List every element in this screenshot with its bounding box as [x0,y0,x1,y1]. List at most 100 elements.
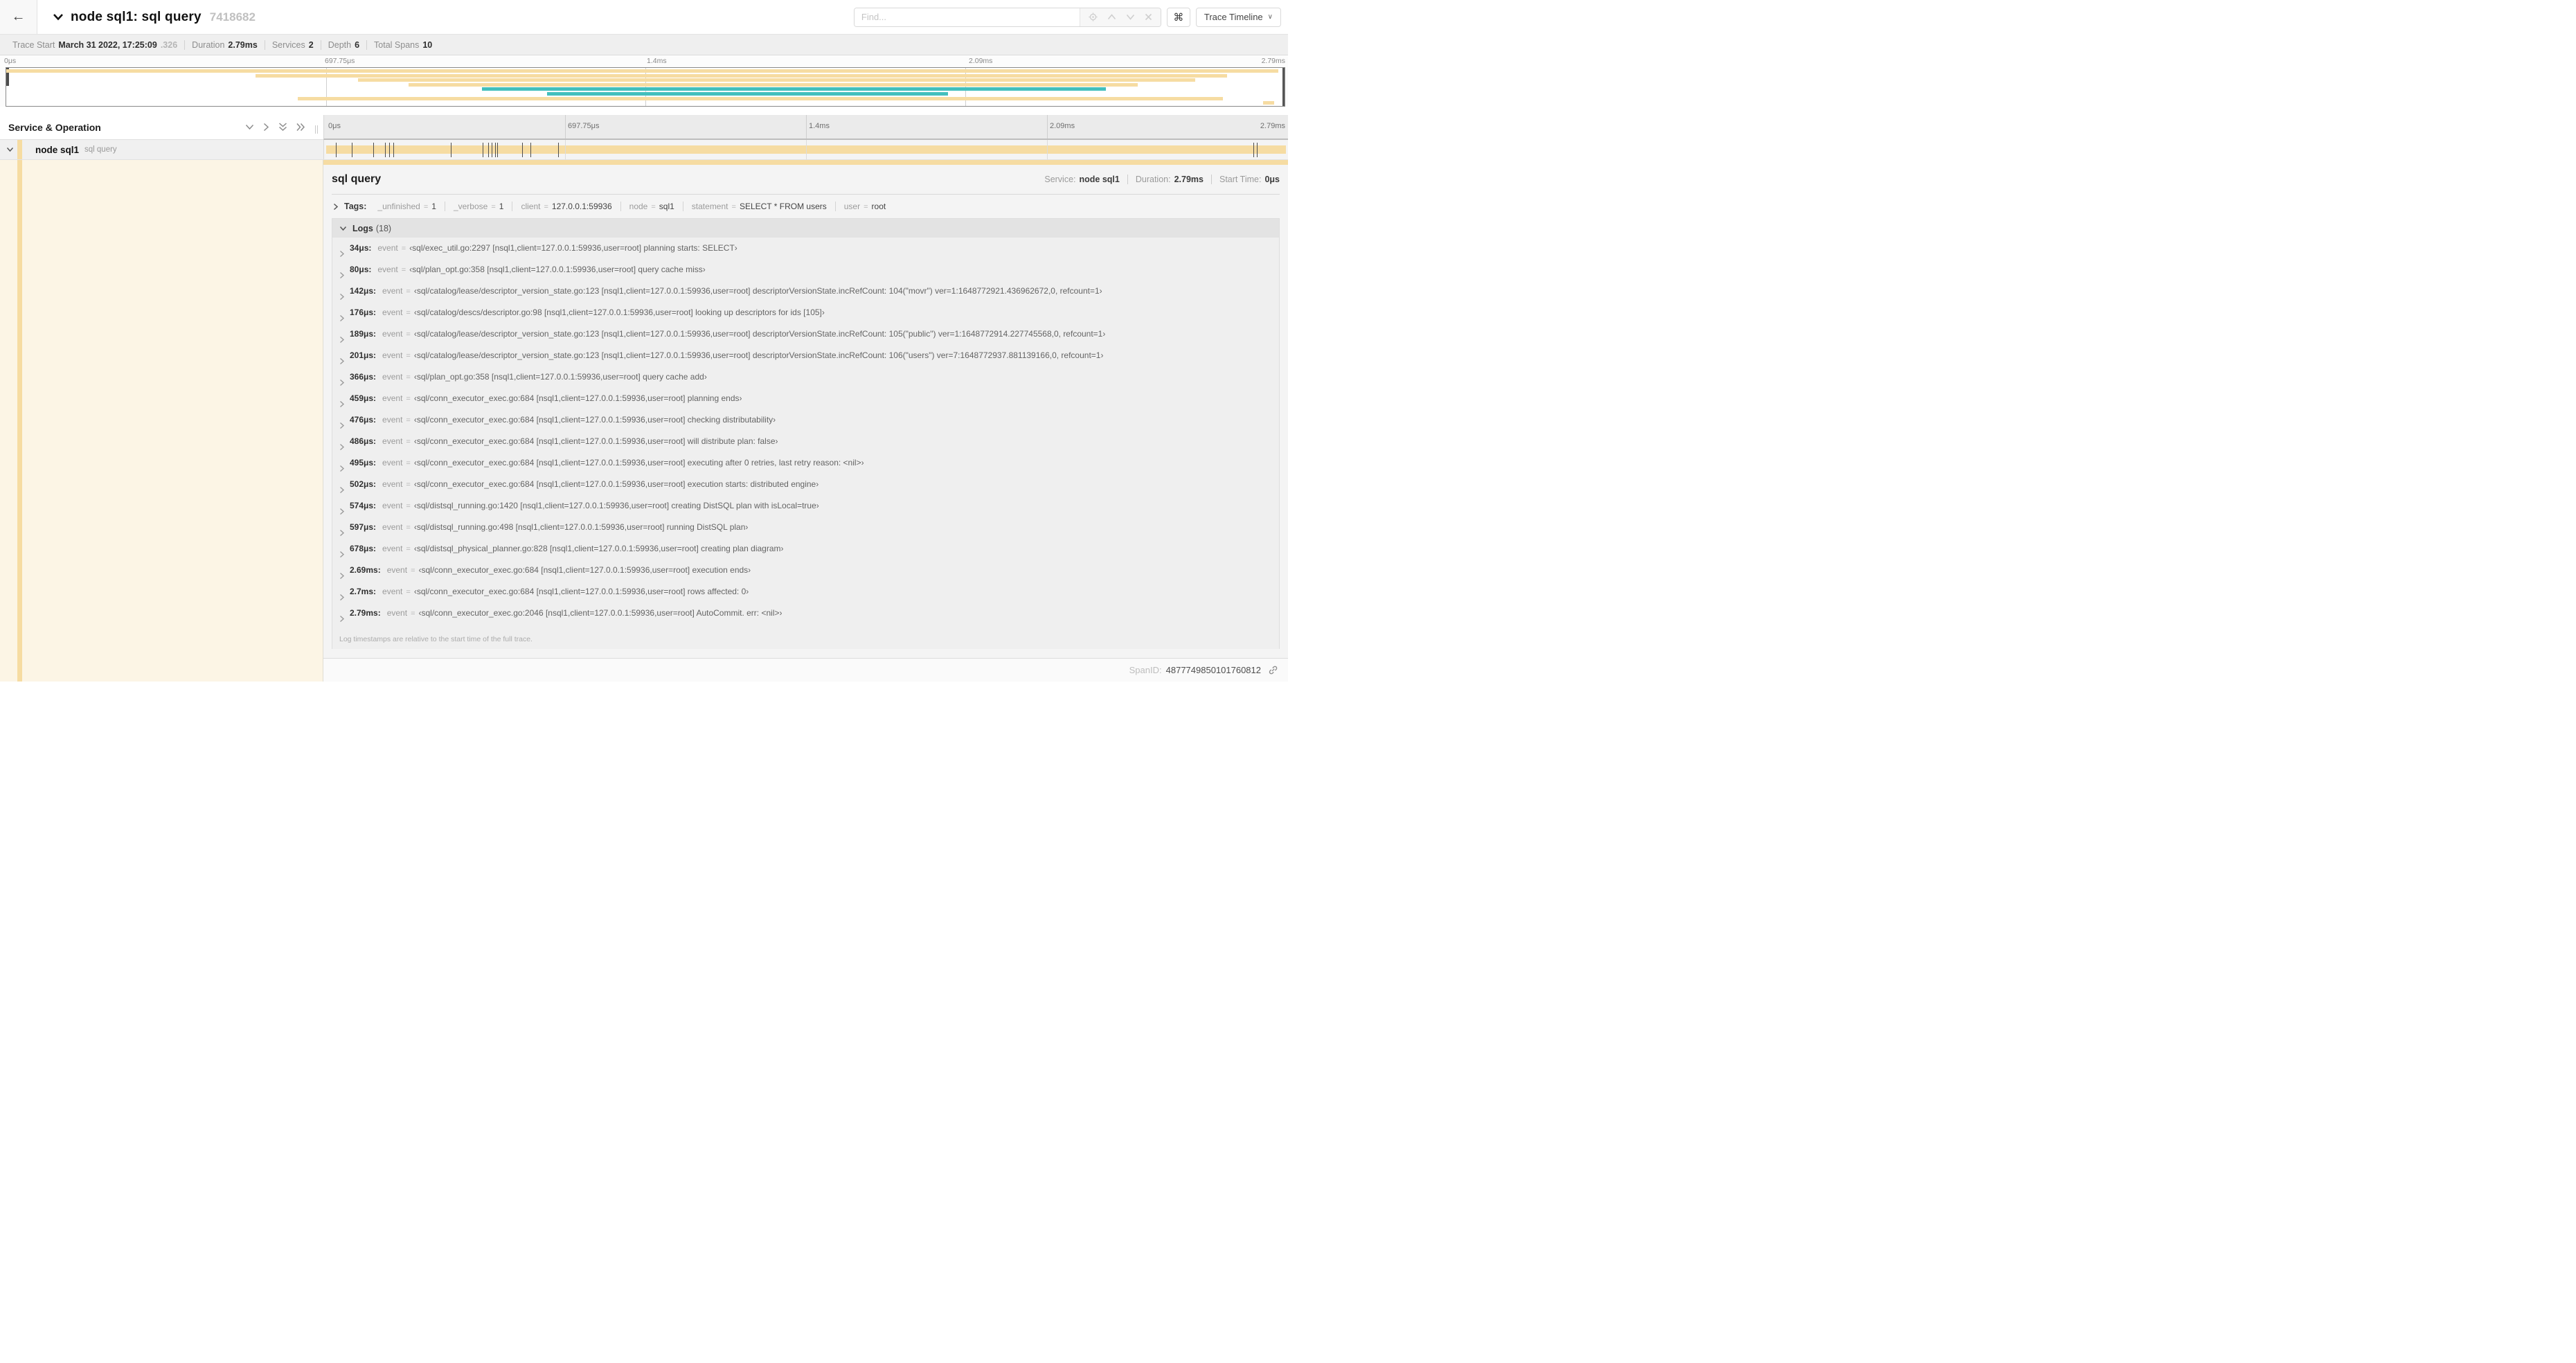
log-marker-tick [558,143,560,157]
log-row[interactable]: 176μs: event = ‹sql/catalog/descs/descripto… [332,308,1279,329]
log-row[interactable]: 678μs: event = ‹sql/distsql_physical_planne… [332,544,1279,565]
trace-id: 7418682 [209,10,256,24]
log-row[interactable]: 597μs: event = ‹sql/distsql_running.go:498 … [332,522,1279,544]
log-field-key: event [382,436,403,446]
minimap-viewport[interactable] [6,67,1285,107]
log-row[interactable]: 495μs: event = ‹sql/conn_executor_exec.go:6… [332,458,1279,479]
log-equals: = [406,481,411,489]
collapse-all-button[interactable] [278,123,287,132]
timeline-tick-label: 2.09ms [969,57,993,65]
logs-list: 34μs: event = ‹sql/exec_util.go:2297 [nsql1… [332,238,1279,631]
span-row-name-cell: node sql1 sql query [0,140,323,159]
tag-value: root [871,202,886,211]
span-detail-title: sql query [332,173,382,185]
tag-equals: = [491,203,496,211]
log-marker-tick [393,143,395,157]
log-row[interactable]: 80μs: event = ‹sql/plan_opt.go:358 [nsql1,c… [332,265,1279,286]
tag-key: _verbose [453,202,488,211]
expand-all-button[interactable] [296,123,305,132]
tag: _unfinished = 1 [369,202,445,211]
log-row[interactable]: 201μs: event = ‹sql/catalog/lease/descripto… [332,350,1279,372]
span-detail-card: sql query Service: node sql1 Duration: 2.79… [323,165,1288,659]
tag-value: 1 [499,202,504,211]
log-row[interactable]: 142μs: event = ‹sql/catalog/lease/descripto… [332,286,1279,308]
log-row[interactable]: 574μs: event = ‹sql/distsql_running.go:1420… [332,501,1279,522]
chevron-right-icon [339,250,345,258]
log-timestamp: 459μs: [350,393,377,403]
tag: user = root [834,202,894,211]
log-field-value: ‹sql/conn_executor_exec.go:2046 [nsql1,c… [418,608,782,618]
log-row[interactable]: 459μs: event = ‹sql/conn_executor_exec.go:6… [332,393,1279,415]
collapse-trace-button[interactable] [53,13,64,21]
tag: _verbose = 1 [444,202,512,211]
log-timestamp: 142μs: [350,286,377,296]
log-field-value: ‹sql/conn_executor_exec.go:684 [nsql1,cl… [418,565,751,575]
span-color-strip [17,140,22,159]
span-row[interactable]: node sql1 sql query [0,140,1288,160]
logs-expander-header[interactable]: Logs (18) [332,219,1279,238]
log-equals: = [406,545,411,553]
log-field-value: ‹sql/conn_executor_exec.go:684 [nsql1,cl… [413,587,749,596]
log-row[interactable]: 2.79ms: event = ‹sql/conn_executor_exec.go:… [332,608,1279,630]
span-id-value: 4877749850101760812 [1165,665,1261,675]
tags-expander-row[interactable]: Tags: _unfinished = 1 _verbose = 1 client = 127.… [332,195,1280,218]
keyboard-shortcuts-button[interactable]: ⌘ [1166,7,1190,27]
summary-label: Trace Start [12,39,55,50]
log-timestamp: 366μs: [350,372,377,382]
log-timestamp: 189μs: [350,329,377,339]
minimap-span-bar [546,92,949,96]
detail-meta-label: Start Time: [1219,175,1262,184]
timeline-gridline [1047,140,1048,159]
find-input[interactable] [854,8,1080,26]
next-match-icon[interactable] [1126,14,1135,20]
page-title: node sql1: sql query [71,9,202,24]
minimap-right-drag-handle[interactable] [1282,68,1285,106]
timeline-gridline [565,115,566,139]
tag-value: sql1 [659,202,674,211]
link-icon[interactable] [1268,665,1278,675]
timeline-gridline [1047,115,1048,139]
log-field-value: ‹sql/catalog/lease/descriptor_version_st… [413,286,1102,296]
chevron-down-icon[interactable] [6,147,14,152]
tag-key: _unfinished [377,202,420,211]
summary-label: Duration [192,39,225,50]
log-timestamp: 502μs: [350,479,377,489]
log-field-key: event [382,415,403,425]
collapse-one-button[interactable] [245,124,254,130]
log-field-key: event [382,522,403,532]
log-field-value: ‹sql/distsql_running.go:498 [nsql1,clien… [413,522,749,532]
log-field-key: event [382,458,403,467]
log-marker-tick [494,143,496,157]
trace-view-selector[interactable]: Trace Timeline ∨ [1195,7,1281,27]
log-row[interactable]: 502μs: event = ‹sql/conn_executor_exec.go:6… [332,479,1279,501]
log-row[interactable]: 2.69ms: event = ‹sql/conn_executor_exec.go:… [332,565,1279,587]
timeline-tick-label: 697.75μs [568,122,600,130]
logs-block: Logs (18) 34μs: event = ‹sql/exec_util.go:2… [332,218,1280,649]
log-field-key: event [382,393,403,403]
timeline-tick-label: 0μs [328,122,341,130]
log-marker-tick [530,143,531,157]
log-row[interactable]: 366μs: event = ‹sql/plan_opt.go:358 [nsql1,… [332,372,1279,393]
timeline-minimap: 0μs 697.75μs 1.4ms 2.09ms 2.79ms [0,55,1288,115]
chevron-right-icon [339,594,345,601]
log-row[interactable]: 2.7ms: event = ‹sql/conn_executor_exec.go:6… [332,587,1279,608]
minimap-span-bar [481,87,1106,91]
log-field-value: ‹sql/conn_executor_exec.go:684 [nsql1,cl… [413,479,819,489]
back-arrow-icon: ← [11,9,26,24]
prev-match-icon[interactable] [1107,14,1116,20]
clear-find-icon[interactable] [1145,13,1152,21]
locate-icon[interactable] [1089,12,1098,21]
column-resizer-handle[interactable] [315,121,321,134]
back-button[interactable]: ← [0,0,37,34]
logs-footer-note: Log timestamps are relative to the start… [332,631,1279,649]
log-row[interactable]: 476μs: event = ‹sql/conn_executor_exec.go:6… [332,415,1279,436]
summary-label: Services [271,39,305,50]
log-field-key: event [382,479,403,489]
log-field-value: ‹sql/distsql_running.go:1420 [nsql1,clie… [413,501,819,510]
span-row-timeline-cell[interactable] [323,140,1288,159]
timeline-tick-label: 1.4ms [647,57,667,65]
log-row[interactable]: 486μs: event = ‹sql/conn_executor_exec.go:6… [332,436,1279,458]
expand-one-button[interactable] [263,123,269,132]
log-row[interactable]: 189μs: event = ‹sql/catalog/lease/descripto… [332,329,1279,350]
log-row[interactable]: 34μs: event = ‹sql/exec_util.go:2297 [nsql1… [332,243,1279,265]
